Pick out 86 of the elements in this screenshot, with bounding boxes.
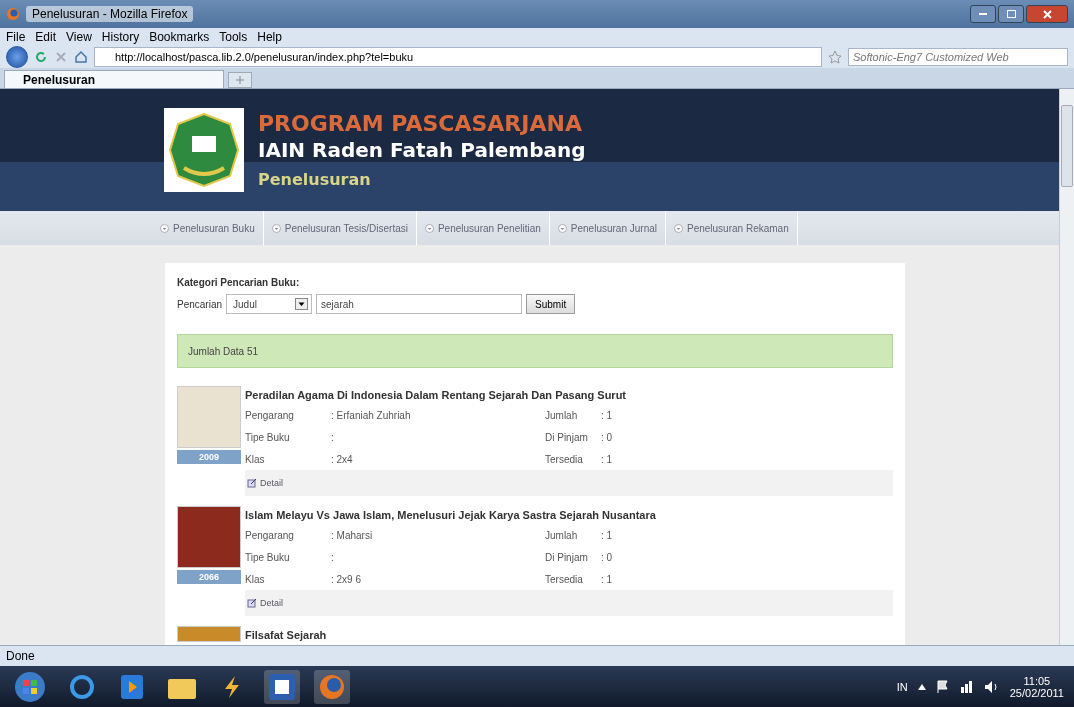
field-label: Klas [245, 573, 266, 585]
web-search-field[interactable]: Softonic-Eng7 Customized Web [848, 48, 1068, 66]
site-subtitle: IAIN Raden Fatah Palembang [258, 138, 586, 162]
caret-icon [557, 223, 567, 233]
detail-link[interactable]: Detail [247, 478, 283, 488]
caret-icon [160, 223, 169, 233]
language-indicator[interactable]: IN [896, 680, 908, 693]
field-value: : [331, 431, 335, 443]
search-field[interactable]: sejarah [316, 294, 523, 314]
result-count: Jumlah Data 51 [177, 334, 893, 368]
back-button[interactable] [6, 46, 28, 68]
browser-icon [6, 7, 20, 21]
maximize-icon [1006, 10, 1016, 18]
edit-icon [247, 598, 257, 608]
volume-icon[interactable] [983, 679, 1000, 694]
field-value: : 0 [601, 431, 614, 443]
book-cover-placeholder [177, 506, 241, 568]
field-value: : 1 [601, 573, 614, 585]
nav-link[interactable]: Penelusuran Tesis/Disertasi [263, 211, 417, 245]
year-label: 2066 [177, 570, 241, 584]
star-icon[interactable] [828, 50, 842, 64]
section-title: Penelusuran [258, 170, 372, 189]
home-icon[interactable] [74, 50, 88, 64]
close-icon [1042, 9, 1052, 19]
book-cover-placeholder [177, 626, 241, 642]
address-field[interactable]: http://localhost/pasca.lib.2.0/penelusuran/index.php?tel=buku [94, 47, 822, 67]
field-label: Pengarang [245, 529, 295, 541]
field-label: Di Pinjam [545, 551, 589, 563]
book-title: Peradilan Agama Di Indonesia Dalam Rentang Sejarah Dan Pasang Surut [245, 388, 628, 403]
clock[interactable]: 11:05 25/02/2011 [1009, 674, 1064, 699]
menu-item[interactable]: File [6, 30, 26, 44]
category-dropdown[interactable]: Judul [226, 294, 313, 314]
field-value: : Maharsi [331, 529, 374, 541]
field-label: Klas [245, 453, 266, 465]
field-label: Di Pinjam [545, 431, 589, 443]
field-value: : 1 [601, 529, 614, 541]
form-heading: Kategori Pencarian Buku: [177, 277, 301, 288]
network-icon[interactable] [959, 679, 974, 694]
book-cover-placeholder [177, 386, 241, 448]
browser-tab[interactable]: Penelusuran [4, 70, 224, 88]
field-value: : Erfaniah Zuhriah [331, 409, 412, 421]
field-value: : 0 [601, 551, 614, 563]
tray-arrow-icon[interactable] [917, 683, 926, 690]
field-label: Pengarang [245, 409, 295, 421]
window-title: Penelusuran - Mozilla Firefox [26, 6, 194, 22]
book-title: Islam Melayu Vs Jawa Islam, Menelusuri Jejak Karya Sastra Sejarah Nusantara [245, 508, 657, 523]
plus-icon [236, 76, 244, 84]
edit-icon [247, 478, 257, 488]
field-value: : 1 [601, 409, 614, 421]
menu-item[interactable]: Help [257, 30, 282, 44]
document-icon[interactable] [264, 669, 300, 704]
close-button[interactable] [1026, 5, 1068, 23]
menu-item[interactable]: Tools [219, 30, 248, 44]
field-label: Tersedia [545, 453, 584, 465]
flag-icon[interactable] [935, 679, 950, 694]
caret-icon [271, 223, 281, 233]
minimize-icon [979, 12, 987, 16]
maximize-button[interactable] [998, 5, 1024, 23]
field-value: : 1 [601, 453, 614, 465]
detail-link[interactable]: Detail [247, 598, 283, 608]
field-label: Pencarian [177, 298, 223, 310]
site-title: PROGRAM PASCASARJANA [258, 111, 583, 136]
field-value: : 2x4 [331, 453, 354, 465]
field-label: Jumlah [545, 529, 579, 541]
menu-item[interactable]: View [66, 30, 92, 44]
caret-icon [295, 298, 309, 310]
status-text: Done [0, 645, 1074, 666]
field-label: Tersedia [545, 573, 584, 585]
caret-icon [674, 223, 683, 233]
nav-link[interactable]: Penelusuran Penelitian [416, 211, 550, 245]
menu-item[interactable]: Bookmarks [149, 30, 210, 44]
field-label: Tipe Buku [245, 431, 291, 443]
year-label: 2009 [177, 450, 241, 464]
book-title: Filsafat Sejarah [245, 628, 328, 643]
menu-item[interactable]: History [101, 30, 140, 44]
field-value: : [331, 551, 335, 563]
field-value: : 2x9 6 [331, 573, 363, 585]
field-label: Tipe Buku [245, 551, 291, 563]
menu-item[interactable]: Edit [35, 30, 57, 44]
nav-link[interactable]: Penelusuran Rekaman [666, 211, 798, 245]
submit-button[interactable]: Submit [526, 294, 576, 314]
caret-icon [424, 223, 434, 233]
minimize-button[interactable] [970, 5, 996, 23]
nav-link[interactable]: Penelusuran Jurnal [549, 211, 666, 245]
field-label: Jumlah [545, 409, 579, 421]
nav-link[interactable]: Penelusuran Buku [152, 211, 264, 245]
